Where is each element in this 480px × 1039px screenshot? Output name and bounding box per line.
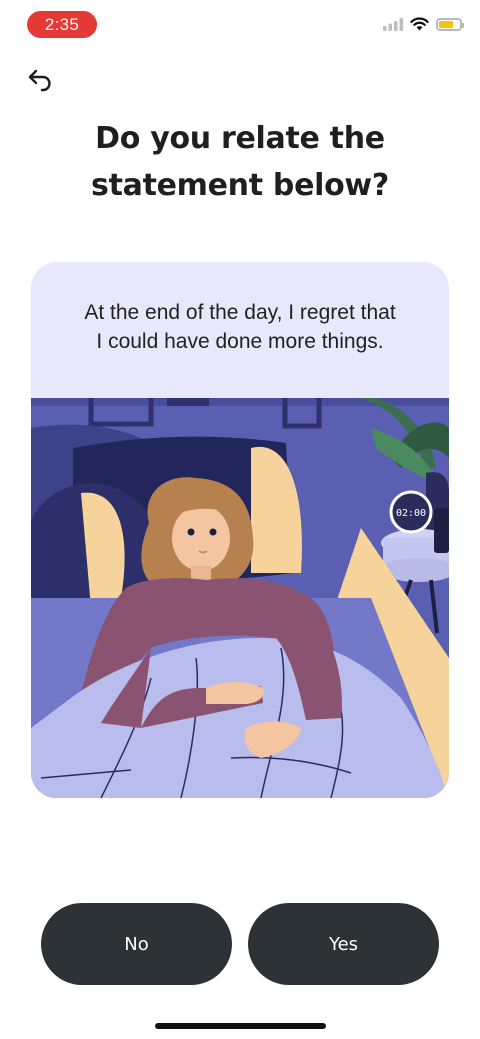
clock-display: 02:00: [396, 508, 426, 519]
statement-card: At the end of the day, I regret that I c…: [31, 262, 449, 798]
status-time: 2:35: [27, 11, 97, 38]
statement-text: At the end of the day, I regret that I c…: [84, 301, 396, 353]
page-title: Do you relate the statement below?: [91, 121, 389, 203]
home-indicator[interactable]: [155, 1023, 326, 1029]
no-button[interactable]: No: [41, 903, 232, 985]
wifi-icon: [410, 17, 429, 31]
yes-button[interactable]: Yes: [248, 903, 439, 985]
back-arrow-icon[interactable]: [26, 66, 56, 92]
battery-level: [439, 20, 453, 28]
woman-in-bed-illustration: 02:00: [31, 398, 449, 798]
battery-icon: [436, 17, 464, 31]
status-icons: [383, 17, 464, 31]
cellular-signal-icon: [383, 17, 403, 31]
